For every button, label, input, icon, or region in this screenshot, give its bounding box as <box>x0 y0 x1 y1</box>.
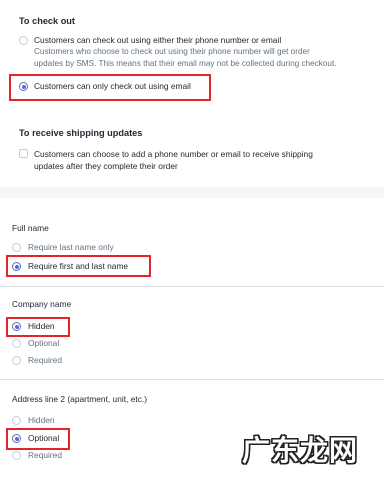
shipping-updates-label[interactable]: Customers can choose to add a phone numb… <box>34 148 313 172</box>
option-email-or-phone-description: Customers who choose to check out using … <box>34 46 337 69</box>
radio-address-required[interactable] <box>12 451 21 460</box>
radio-address-hidden[interactable] <box>12 416 21 425</box>
address-required-label[interactable]: Required <box>28 450 62 460</box>
shipping-updates-line-2: updates after they complete their order <box>34 161 178 171</box>
require-last-name-only-label[interactable]: Require last name only <box>28 242 114 252</box>
option-email-or-phone-label[interactable]: Customers can check out using either the… <box>34 35 281 45</box>
description-line-1: Customers who choose to check out using … <box>34 47 310 56</box>
radio-company-hidden[interactable] <box>12 322 21 331</box>
option-email-only-label[interactable]: Customers can only check out using email <box>34 81 191 91</box>
radio-company-required[interactable] <box>12 356 21 365</box>
address-line-2-label: Address line 2 (apartment, unit, etc.) <box>12 394 147 404</box>
shipping-updates-checkbox[interactable] <box>19 149 28 158</box>
address-optional-label[interactable]: Optional <box>28 433 59 443</box>
section-divider <box>0 286 384 287</box>
require-first-and-last-name-label[interactable]: Require first and last name <box>28 261 128 271</box>
radio-company-optional[interactable] <box>12 339 21 348</box>
radio-require-first-and-last-name[interactable] <box>12 262 21 271</box>
shipping-updates-heading: To receive shipping updates <box>19 128 143 138</box>
description-line-2: updates by SMS. This means that their em… <box>34 58 337 68</box>
company-name-label: Company name <box>12 299 72 309</box>
radio-address-optional[interactable] <box>12 434 21 443</box>
radio-email-or-phone[interactable] <box>19 36 28 45</box>
company-required-label[interactable]: Required <box>28 355 62 365</box>
shipping-updates-line-1: Customers can choose to add a phone numb… <box>34 149 313 159</box>
full-name-label: Full name <box>12 223 49 233</box>
address-hidden-label[interactable]: Hidden <box>28 415 55 425</box>
radio-email-only[interactable] <box>19 82 28 91</box>
company-hidden-label[interactable]: Hidden <box>28 321 55 331</box>
checkout-settings-card: To check out Customers can check out usi… <box>0 0 384 187</box>
section-divider <box>0 379 384 380</box>
checkout-heading: To check out <box>19 16 75 26</box>
radio-require-last-name-only[interactable] <box>12 243 21 252</box>
watermark-logo: 广东龙网 <box>241 434 358 467</box>
company-optional-label[interactable]: Optional <box>28 338 59 348</box>
